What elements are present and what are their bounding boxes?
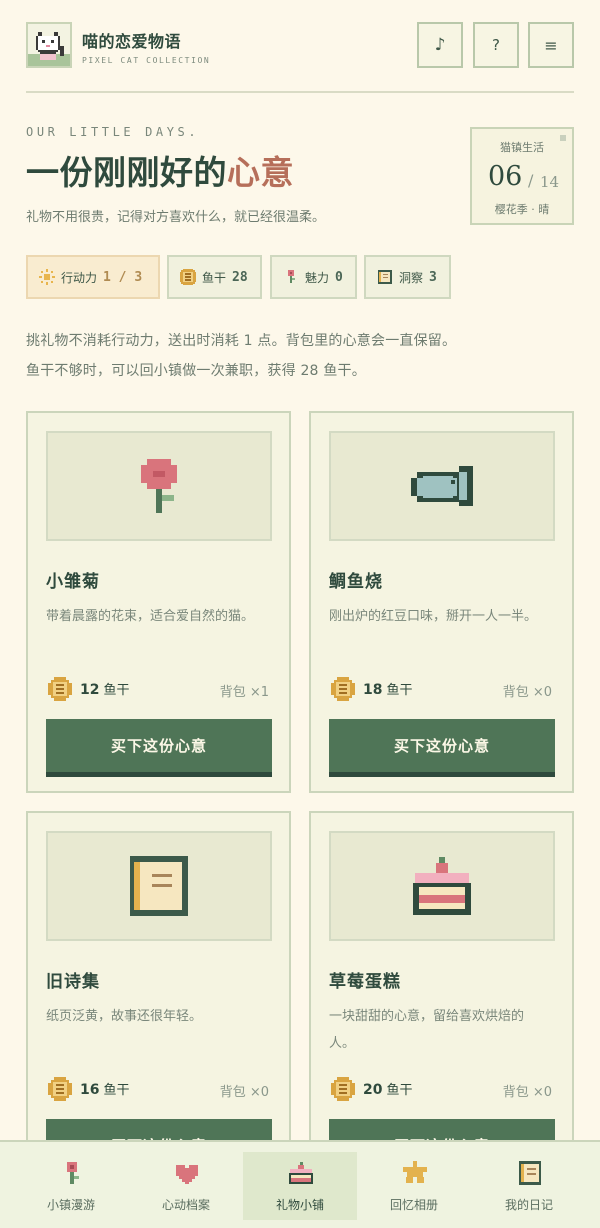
- page-title-main: 一份刚刚好的: [26, 153, 227, 192]
- gift-price-value: 20: [363, 1082, 383, 1098]
- gift-price-currency: 鱼干: [386, 1083, 413, 1098]
- page-title-accent: 心意: [227, 153, 294, 192]
- gift-bag-count: 背包 ×0: [219, 1085, 269, 1100]
- gift-price-currency: 鱼干: [386, 683, 413, 698]
- gift-price-currency: 鱼干: [103, 1083, 130, 1098]
- gift-image: [46, 431, 272, 541]
- stat-energy-label: 行动力: [61, 270, 98, 285]
- stat-fish-label: 鱼干: [202, 270, 227, 285]
- nav-item-label: 礼物小铺: [275, 1198, 324, 1212]
- music-button[interactable]: ♪: [417, 22, 463, 68]
- gift-price: 12 鱼干: [80, 679, 130, 698]
- date-day: 06: [488, 161, 523, 192]
- gift-price: 18 鱼干: [363, 679, 413, 698]
- gift-card: 鲷鱼烧 刚出炉的红豆口味，掰开一人一半。 18 鱼干 背包 ×0 买下这份心意: [309, 411, 574, 793]
- star-icon: [403, 1161, 427, 1183]
- gift-bag-count: 背包 ×1: [219, 685, 269, 700]
- gift-card: 小雏菊 带着晨露的花束，适合爱自然的猫。 12 鱼干 背包 ×1 买下这份心意: [26, 411, 291, 793]
- gift-image: [46, 831, 272, 941]
- cat-logo-icon: [26, 22, 72, 68]
- menu-button[interactable]: ≡: [528, 22, 574, 68]
- gift-price-value: 16: [80, 1082, 100, 1098]
- stat-insight: 洞察 3: [364, 255, 451, 299]
- info-note: 挑礼物不消耗行动力，送出时消耗 1 点。背包里的心意会一直保留。: [26, 333, 457, 349]
- stat-energy: 行动力 1 / 3: [26, 255, 160, 299]
- flower-icon: [67, 1162, 79, 1184]
- nav-item-label: 回忆相册: [389, 1198, 438, 1212]
- nav-item-town[interactable]: 小镇漫游: [14, 1152, 128, 1220]
- gift-name: 鲷鱼烧: [329, 572, 383, 592]
- header-divider: [26, 91, 574, 93]
- gift-card: 旧诗集 纸页泛黄，故事还很年轻。 16鱼干 背包 ×0 买下这份心意: [26, 811, 291, 1193]
- nav-item-album[interactable]: 回忆相册: [357, 1152, 471, 1220]
- gift-description: 刚出炉的红豆口味，掰开一人一半。: [329, 609, 538, 624]
- stat-charm-value: 0: [335, 269, 343, 285]
- stat-fish: 鱼干 28: [167, 255, 262, 299]
- nav-item-label: 小镇漫游: [46, 1198, 95, 1212]
- gift-shop-page: 喵的恋爱物语 PIXEL CAT COLLECTION ♪ ? ≡ OUR LI…: [0, 0, 600, 1228]
- gift-description: 纸页泛黄，故事还很年轻。: [46, 1009, 203, 1024]
- info-note: 鱼干不够时，可以回小镇做一次兼职，获得 28 鱼干。: [26, 363, 366, 379]
- gift-bag-count: 背包 ×0: [502, 1085, 552, 1100]
- gift-price: 20 鱼干: [363, 1079, 413, 1098]
- poetry-book-icon: [130, 856, 188, 916]
- coin-icon: [48, 1077, 72, 1101]
- date-card: 猫镇生活 06 / 14 樱花季 · 晴: [470, 127, 574, 225]
- date-season: 樱花季 · 晴: [494, 203, 550, 216]
- coin-icon: [331, 677, 355, 701]
- nav-item-label: 我的日记: [504, 1198, 553, 1212]
- nav-item-profiles[interactable]: 心动档案: [129, 1152, 243, 1220]
- app-header: 喵的恋爱物语 PIXEL CAT COLLECTION ♪ ? ≡: [26, 22, 574, 70]
- diary-icon: [519, 1161, 541, 1185]
- page-subtitle: 礼物不用很贵，记得对方喜欢什么，就已经很温柔。: [26, 210, 326, 225]
- nav-item-label: 心动档案: [161, 1198, 210, 1212]
- stat-energy-value: 1 / 3: [103, 269, 143, 285]
- nav-item-gift-shop[interactable]: 礼物小铺: [243, 1152, 357, 1220]
- stat-charm-label: 魅力: [305, 270, 330, 285]
- date-total: 14: [540, 173, 560, 191]
- gift-image: [329, 431, 555, 541]
- gift-name: 草莓蛋糕: [329, 972, 401, 992]
- nav-item-diary[interactable]: 我的日记: [472, 1152, 586, 1220]
- help-button[interactable]: ?: [473, 22, 519, 68]
- taiyaki-icon: [411, 466, 473, 506]
- date-label: 猫镇生活: [500, 141, 544, 154]
- gift-price: 16 鱼干: [80, 1079, 130, 1098]
- flower-icon: [282, 268, 300, 286]
- coin-icon: [179, 268, 197, 286]
- gift-price-value: 12: [80, 682, 100, 698]
- app-title: 喵的恋爱物语: [82, 32, 182, 51]
- page-title: 一份刚刚好的心意: [26, 146, 294, 194]
- section-kicker: OUR LITTLE DAYS.: [26, 125, 200, 139]
- buy-gift-button[interactable]: 买下这份心意: [329, 719, 555, 777]
- gift-description: 带着晨露的花束，适合爱自然的猫。: [46, 609, 255, 624]
- book-icon: [376, 268, 394, 286]
- bottom-nav: 小镇漫游 心动档案 礼物小铺 回忆相册 我的日记: [0, 1140, 600, 1228]
- gift-description: 一块甜甜的心意，留给喜欢烘焙的人。: [329, 1009, 525, 1051]
- stat-insight-label: 洞察: [399, 270, 424, 285]
- sun-icon: [38, 268, 56, 286]
- stat-charm: 魅力 0: [270, 255, 357, 299]
- coin-icon: [48, 677, 72, 701]
- gift-bag-count: 背包 ×0: [502, 685, 552, 700]
- app-subtitle: PIXEL CAT COLLECTION: [82, 56, 211, 65]
- strawberry-cake-icon: [413, 857, 471, 915]
- gift-name: 旧诗集: [46, 972, 100, 992]
- buy-gift-button[interactable]: 买下这份心意: [46, 719, 272, 777]
- gift-price-value: 18: [363, 682, 383, 698]
- heart-icon: [176, 1165, 198, 1184]
- gift-name: 小雏菊: [46, 572, 100, 592]
- daisy-icon: [141, 459, 177, 513]
- stat-fish-value: 28: [232, 269, 248, 285]
- cake-icon: [289, 1162, 313, 1184]
- date-slash: /: [528, 171, 534, 190]
- coin-icon: [331, 1077, 355, 1101]
- gift-image: [329, 831, 555, 941]
- gift-card: 草莓蛋糕 一块甜甜的心意，留给喜欢烘焙的人。 20鱼干 背包 ×0 买下这份心意: [309, 811, 574, 1193]
- gift-price-currency: 鱼干: [103, 683, 130, 698]
- stat-insight-value: 3: [429, 269, 437, 285]
